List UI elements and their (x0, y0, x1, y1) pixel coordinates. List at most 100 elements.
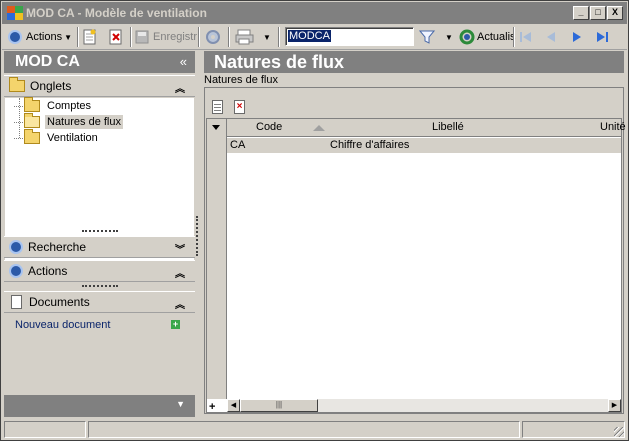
tree-item-comptes[interactable]: Comptes (14, 97, 93, 114)
refresh-gear-icon (206, 30, 220, 44)
toolbar-separator (77, 27, 79, 47)
group-label: Natures de flux (204, 74, 278, 86)
previous-record-button[interactable] (543, 27, 559, 47)
section-onglets[interactable]: Onglets ︽ (4, 75, 195, 97)
folder-icon (24, 129, 40, 144)
status-bar (2, 419, 627, 440)
tree-item-natures-de-flux[interactable]: Natures de flux (14, 113, 123, 130)
filter-button[interactable]: ▼ (419, 27, 453, 47)
new-button[interactable] (83, 27, 97, 47)
grid-toolbar: × (205, 97, 623, 117)
window-title: MOD CA - Modèle de ventilation (26, 6, 207, 20)
column-header-libelle[interactable]: Libellé (432, 121, 464, 133)
collapse-chevron-icon[interactable]: ︽ (175, 265, 185, 280)
filter-dropdown-arrow-icon[interactable]: ▼ (445, 33, 453, 42)
title-bar[interactable]: MOD CA - Modèle de ventilation _ □ X (2, 2, 627, 24)
expand-chevron-icon[interactable]: ︾ (175, 241, 185, 256)
tree-item-label: Ventilation (47, 132, 98, 144)
section-recherche[interactable]: Recherche ︾ (4, 236, 195, 258)
row-selector-header[interactable] (207, 119, 227, 137)
first-icon (520, 32, 531, 42)
collapse-pane-button[interactable]: « (180, 51, 187, 73)
status-panel (88, 421, 520, 438)
actions-section-icon (9, 264, 23, 278)
column-header-unite[interactable]: Unité (600, 121, 626, 133)
status-panel (4, 421, 86, 438)
refresh-icon (459, 29, 475, 45)
grid-header: Code Libellé Unité (207, 119, 626, 137)
resize-grip[interactable] (82, 230, 118, 234)
toolbar-separator (278, 27, 280, 47)
save-button[interactable]: Enregistr (135, 27, 197, 47)
save-label: Enregistr (153, 31, 198, 43)
navigation-pane-title: MOD CA (15, 53, 80, 70)
resize-grip-icon[interactable] (614, 427, 624, 437)
grid-delete-row-button[interactable]: × (234, 100, 245, 114)
horizontal-scrollbar[interactable]: ◀ ||| ▶ (227, 399, 621, 412)
section-documents-label: Documents (29, 295, 90, 309)
collapse-chevron-icon[interactable]: ︽ (175, 80, 185, 95)
search-section-icon (9, 240, 23, 254)
app-logo-icon (7, 6, 23, 20)
section-recherche-label: Recherche (28, 240, 87, 254)
pane-splitter[interactable] (196, 216, 199, 256)
section-onglets-label: Onglets (30, 79, 72, 93)
print-button[interactable]: ▼ (235, 27, 271, 47)
delete-icon (109, 29, 122, 45)
row-selector-column (207, 137, 227, 399)
actions-menu-button[interactable]: Actions ▼ (8, 27, 72, 47)
dropdown-arrow-icon: ▼ (64, 32, 72, 42)
new-document-link[interactable]: Nouveau document (15, 319, 110, 331)
toolbar-separator (130, 27, 132, 47)
sort-ascending-icon (313, 125, 325, 131)
column-header-code[interactable]: Code (256, 121, 282, 133)
cell-code[interactable]: CA (230, 139, 245, 151)
delete-button[interactable] (109, 27, 123, 47)
cell-libelle[interactable]: Chiffre d'affaires (330, 139, 409, 151)
next-record-button[interactable] (569, 27, 585, 47)
last-icon (597, 32, 608, 42)
refresh-label: Actualis (477, 31, 516, 43)
toolbar-separator (513, 27, 515, 47)
scroll-right-button[interactable]: ▶ (608, 399, 621, 412)
page-title: Natures de flux (204, 51, 624, 73)
navigation-pane: MOD CA « Onglets ︽ Comptes Natures de fl… (4, 51, 195, 417)
next-icon (573, 32, 581, 42)
refresh-gear-button[interactable] (204, 27, 222, 47)
navigation-pane-header: MOD CA « (4, 51, 195, 73)
table-row[interactable]: CA Chiffre d'affaires (227, 138, 621, 153)
last-record-button[interactable] (594, 27, 610, 47)
section-actions-label: Actions (28, 264, 68, 278)
add-row-button[interactable]: + (209, 401, 215, 413)
collapse-chevron-icon[interactable]: ︽ (175, 296, 185, 311)
toolbar-separator (228, 27, 230, 47)
section-actions[interactable]: Actions ︽ (4, 260, 195, 282)
print-icon (235, 29, 254, 45)
scroll-thumb[interactable]: ||| (240, 399, 318, 412)
refresh-button[interactable]: Actualis (459, 27, 516, 47)
toolbar-separator (198, 27, 200, 47)
maximize-button[interactable]: □ (590, 6, 606, 20)
grid-new-row-button[interactable] (212, 100, 223, 114)
close-button[interactable]: X (607, 6, 623, 20)
resize-grip[interactable] (82, 285, 118, 289)
model-combo-input[interactable]: MODCA (285, 27, 414, 46)
tree-item-ventilation[interactable]: Ventilation (14, 129, 100, 146)
add-document-icon[interactable]: + (171, 320, 180, 329)
data-grid: Code Libellé Unité CA Chiffre d'affaires… (206, 118, 626, 413)
print-dropdown-arrow-icon[interactable]: ▼ (263, 33, 271, 42)
model-combo-value: MODCA (288, 30, 331, 42)
application-window: MOD CA - Modèle de ventilation _ □ X Act… (0, 0, 629, 441)
status-panel (522, 421, 625, 438)
scroll-left-button[interactable]: ◀ (227, 399, 240, 412)
row-menu-arrow-icon[interactable] (212, 125, 220, 130)
first-record-button[interactable] (518, 27, 534, 47)
filter-icon (419, 30, 435, 44)
main-toolbar: Actions ▼ Enregistr ▼ MODCA ▼ Actualis (2, 24, 627, 50)
minimize-button[interactable]: _ (573, 6, 589, 20)
previous-icon (547, 32, 555, 42)
section-documents[interactable]: Documents ︽ (4, 291, 195, 313)
open-folder-icon (24, 113, 40, 128)
pane-options-arrow-icon[interactable]: ▼ (176, 399, 185, 409)
folder-icon (24, 97, 40, 112)
